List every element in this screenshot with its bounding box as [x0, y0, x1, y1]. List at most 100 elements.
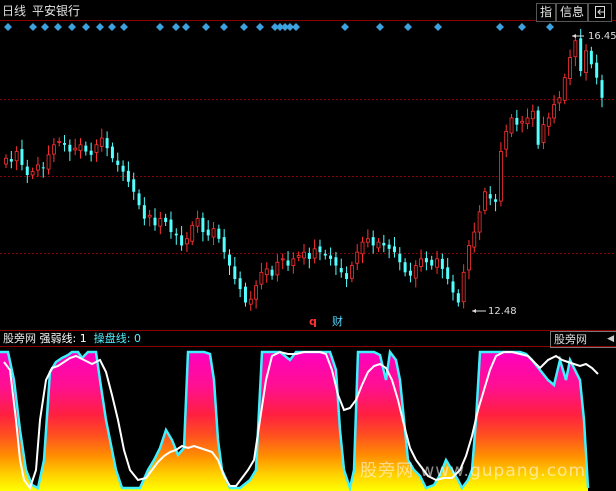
signal-diamond [41, 23, 49, 31]
candle [195, 210, 200, 233]
candle [280, 253, 285, 270]
low-price-arrow [472, 309, 486, 313]
signal-diamond [256, 23, 264, 31]
candle [408, 262, 412, 283]
candle [392, 237, 396, 258]
period-label[interactable]: 日线 [2, 4, 26, 18]
signal-diamond [202, 23, 210, 31]
candle [477, 205, 482, 241]
candle [254, 280, 259, 309]
candle [360, 236, 365, 264]
signal-diamond [54, 23, 62, 31]
candle [541, 116, 546, 150]
candle [169, 211, 173, 239]
candle [461, 264, 466, 309]
candle [530, 104, 535, 127]
signal-diamond [434, 23, 442, 31]
candle [573, 35, 578, 67]
candle [185, 232, 189, 252]
candle [78, 138, 83, 159]
candle [63, 135, 67, 152]
candle [46, 145, 51, 175]
chart-canvas[interactable] [0, 0, 616, 491]
candle [430, 255, 434, 270]
candle [211, 221, 216, 246]
signal-diamond [4, 23, 12, 31]
candle [456, 289, 460, 307]
signal-diamond [182, 23, 190, 31]
candle [472, 222, 477, 253]
candle [291, 252, 296, 274]
exit-button[interactable] [588, 3, 612, 22]
watermark: 股旁网 www.gupang.com [360, 461, 587, 481]
info-button[interactable]: 信息 [556, 3, 588, 22]
candle [264, 262, 269, 283]
candle [153, 208, 157, 231]
candle [286, 251, 290, 271]
candle [349, 261, 354, 283]
candle [94, 139, 99, 162]
zhi-button[interactable]: 指 [536, 3, 556, 22]
signal-diamond [518, 23, 526, 31]
signal-diamond [120, 23, 128, 31]
strength-line-label: 强弱线: [39, 332, 77, 345]
candle [387, 239, 391, 259]
candle [270, 265, 274, 280]
candle [345, 266, 349, 288]
signal-diamonds [4, 23, 554, 31]
candle [536, 106, 540, 149]
high-price-arrow [572, 34, 584, 38]
candle [595, 54, 599, 85]
candle [217, 224, 221, 243]
candle [9, 150, 13, 169]
candle [451, 274, 455, 301]
candle [504, 124, 509, 158]
candle [568, 49, 572, 86]
candle [137, 189, 141, 210]
candle [376, 238, 381, 252]
signal-diamond [68, 23, 76, 31]
candle [57, 137, 62, 147]
candle [371, 230, 375, 254]
chevron-down-icon: ◀ [607, 334, 614, 344]
candle [557, 91, 562, 111]
candle [446, 257, 450, 285]
signal-diamond [156, 23, 164, 31]
exit-icon [595, 6, 605, 18]
signal-diamond [108, 23, 116, 31]
indicator-tab[interactable]: 股旁网 ◀ [550, 331, 616, 348]
candle [435, 250, 439, 274]
candle [483, 187, 487, 215]
candle [365, 229, 370, 248]
signal-diamond [96, 23, 104, 31]
candle [525, 108, 530, 130]
candle [382, 234, 386, 253]
signal-diamond [376, 23, 384, 31]
candle [41, 161, 45, 178]
signal-diamond [341, 23, 349, 31]
candle [413, 260, 418, 288]
candle [206, 220, 210, 241]
candle [424, 251, 428, 271]
candle [84, 141, 88, 156]
candle [494, 193, 498, 212]
candle [99, 128, 104, 152]
indicator-tab-label: 股旁网 [554, 333, 587, 346]
candle [355, 244, 360, 270]
candle [158, 211, 163, 235]
candle [329, 247, 333, 266]
candlestick-series [4, 28, 604, 311]
candle [89, 142, 93, 162]
signal-diamond [172, 23, 180, 31]
low-price-label: 12.48 [488, 306, 517, 317]
signal-diamond [546, 23, 554, 31]
q-marker[interactable]: q [309, 316, 317, 328]
candle [190, 221, 195, 246]
strength-line-value: 1 [79, 332, 87, 345]
indicator-name: 股旁网 [3, 332, 36, 345]
candle [68, 139, 72, 161]
candle [398, 247, 402, 271]
stock-name: 平安银行 [32, 4, 81, 18]
candle [600, 74, 604, 108]
cai-marker[interactable]: 财 [332, 316, 343, 328]
